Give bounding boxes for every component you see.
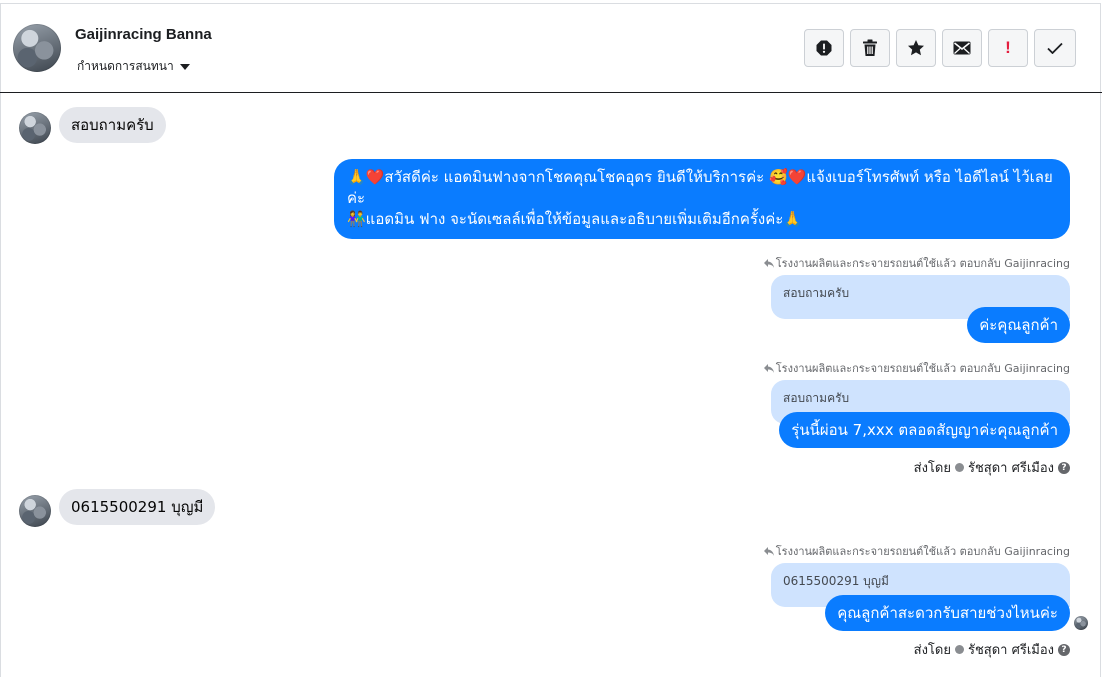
star-button[interactable] [896, 29, 936, 67]
incoming-message[interactable]: 0615500291 บุญมี [59, 489, 216, 525]
sent-by-prefix: ส่งโดย [913, 461, 951, 476]
reply-arrow-icon [763, 546, 774, 556]
spam-button[interactable] [804, 29, 844, 67]
help-icon[interactable]: ? [1058, 461, 1070, 474]
delete-button[interactable] [850, 29, 890, 67]
seen-indicator-avatar [1074, 616, 1088, 630]
outgoing-message[interactable]: ค่ะคุณลูกค้า [967, 307, 1070, 343]
reply-label: โรงงานผลิตและกระจายรถยนต์ใช้แล้ว ตอบกลับ… [775, 362, 1070, 375]
caret-down-icon [179, 63, 190, 70]
message-line: 🙏❤️สวัสดีค่ะ แอดมินฟางจากโชคคุณโชคอุดร ย… [347, 168, 1053, 207]
conversation-header: Gaijinracing Banna กำหนดการสนทนา ! [0, 3, 1102, 93]
sent-by-info: ส่งโดย รัชสุดา ศรีเมือง ? [914, 639, 1070, 660]
reply-arrow-icon [763, 258, 774, 268]
sender-avatar[interactable] [19, 495, 51, 527]
conversation-schedule-label: กำหนดการสนทนา [77, 59, 174, 73]
reply-context: โรงงานผลิตและกระจายรถยนต์ใช้แล้ว ตอบกลับ… [763, 542, 1070, 560]
reply-label: โรงงานผลิตและกระจายรถยนต์ใช้แล้ว ตอบกลับ… [775, 545, 1070, 558]
contact-avatar[interactable] [13, 24, 61, 72]
reply-arrow-icon [763, 363, 774, 373]
conversation-schedule-dropdown[interactable]: กำหนดการสนทนา [77, 57, 190, 76]
agent-status-icon [954, 645, 964, 654]
mark-unread-button[interactable] [942, 29, 982, 67]
incoming-message[interactable]: สอบถามครับ [59, 107, 166, 143]
message-line: 👫แอดมิน ฟาง จะนัดเซลล์เพื่อให้ข้อมูลและอ… [347, 210, 802, 228]
reply-context: โรงงานผลิตและกระจายรถยนต์ใช้แล้ว ตอบกลับ… [763, 254, 1070, 272]
outgoing-message[interactable]: รุ่นนี้ผ่อน 7,xxx ตลอดสัญญาค่ะคุณลูกค้า [779, 412, 1070, 448]
help-icon[interactable]: ? [1058, 643, 1070, 656]
sent-by-name[interactable]: รัชสุดา ศรีเมือง [968, 639, 1054, 660]
sent-by-prefix: ส่งโดย [913, 643, 951, 658]
exclamation-icon: ! [1005, 38, 1011, 57]
outgoing-message[interactable]: คุณลูกค้าสะดวกรับสายช่วงไหนค่ะ [825, 595, 1070, 631]
reply-label: โรงงานผลิตและกระจายรถยนต์ใช้แล้ว ตอบกลับ… [775, 257, 1070, 270]
done-button[interactable] [1034, 29, 1076, 67]
contact-name[interactable]: Gaijinracing Banna [75, 26, 212, 43]
trash-icon [863, 39, 877, 56]
reply-context: โรงงานผลิตและกระจายรถยนต์ใช้แล้ว ตอบกลับ… [763, 359, 1070, 377]
alert-circle-icon [816, 40, 832, 56]
check-icon [1047, 42, 1063, 54]
sender-avatar[interactable] [19, 112, 51, 144]
outgoing-message[interactable]: 🙏❤️สวัสดีค่ะ แอดมินฟางจากโชคคุณโชคอุดร ย… [334, 159, 1070, 239]
conversation-actions: ! [804, 29, 1076, 67]
sent-by-name[interactable]: รัชสุดา ศรีเมือง [968, 457, 1054, 478]
sent-by-info: ส่งโดย รัชสุดา ศรีเมือง ? [914, 457, 1070, 478]
star-icon [908, 40, 924, 56]
follow-up-button[interactable]: ! [988, 29, 1028, 67]
envelope-icon [953, 41, 971, 55]
agent-status-icon [954, 463, 964, 472]
